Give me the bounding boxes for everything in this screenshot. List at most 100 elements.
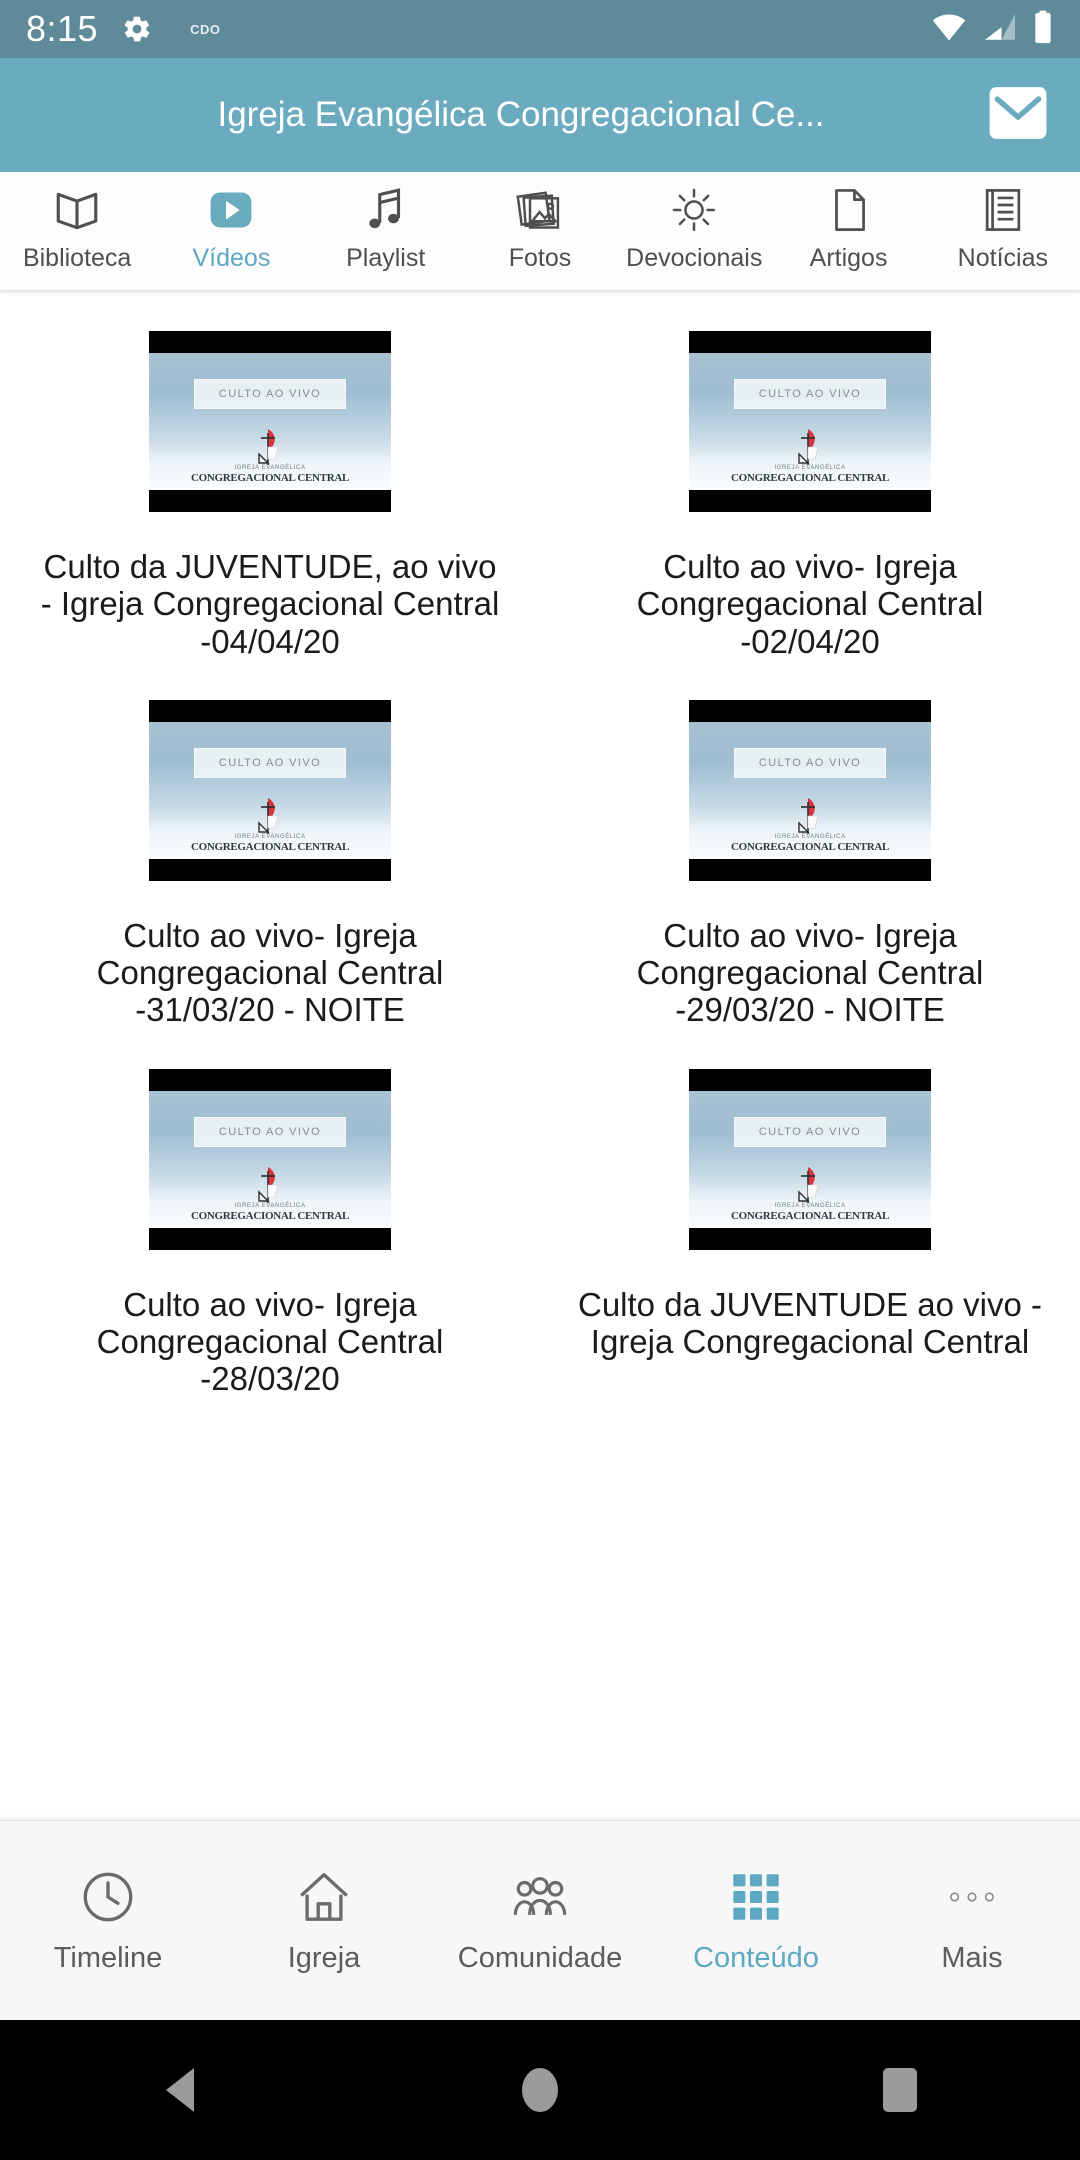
brand-main-line: CONGREGACIONAL CENTRAL: [730, 840, 890, 853]
video-title: Culto ao vivo- Igreja Congregacional Cen…: [96, 916, 444, 1029]
thumbnail-brand: IGREJA EVANGÉLICA CONGREGACIONAL CENTRAL: [710, 465, 910, 484]
thumbnail-brand: IGREJA EVANGÉLICA CONGREGACIONAL CENTRAL: [170, 465, 370, 484]
thumbnail-image: CULTO AO VIVO IGREJA EVANGÉLICA CONGREGA…: [149, 721, 391, 859]
wifi-icon: [930, 12, 968, 47]
brand-main-line: CONGREGACIONAL CENTRAL: [190, 1209, 350, 1222]
tab-fotos[interactable]: Fotos: [463, 172, 617, 290]
video-thumbnail[interactable]: CULTO AO VIVO IGREJA EVANGÉLICA CONGREGA…: [689, 699, 931, 881]
church-logo-icon: [258, 797, 279, 834]
sun-icon: [669, 184, 719, 236]
thumbnail-overlay-text: CULTO AO VIVO: [194, 747, 346, 778]
tab-label: Artigos: [809, 244, 888, 272]
tab-videos[interactable]: Vídeos: [154, 172, 308, 290]
play-video-icon: [206, 184, 256, 236]
system-home-button[interactable]: [360, 2068, 720, 2112]
tab-label: Fotos: [508, 244, 572, 272]
tab-noticias[interactable]: Notícias: [926, 172, 1080, 290]
nav-item-igreja[interactable]: Igreja: [216, 1866, 432, 1975]
video-thumbnail[interactable]: CULTO AO VIVO IGREJA EVANGÉLICA CONGREGA…: [149, 331, 391, 512]
thumbnail-overlay-text: CULTO AO VIVO: [734, 747, 886, 778]
tab-devocionais[interactable]: Devocionais: [617, 172, 771, 290]
video-row: CULTO AO VIVO IGREJA EVANGÉLICA CONGREGA…: [0, 291, 1080, 660]
church-logo-icon: [258, 429, 279, 465]
status-right-icons: [930, 10, 1054, 49]
brand-top-line: IGREJA EVANGÉLICA: [774, 1203, 846, 1209]
thumbnail-image: CULTO AO VIVO IGREJA EVANGÉLICA CONGREGA…: [689, 1090, 931, 1228]
tab-label: Vídeos: [192, 244, 271, 272]
video-grid[interactable]: CULTO AO VIVO IGREJA EVANGÉLICA CONGREGA…: [0, 291, 1080, 1820]
video-title: Culto ao vivo- Igreja Congregacional Cen…: [636, 548, 984, 660]
tab-playlist[interactable]: Playlist: [309, 172, 463, 290]
envelope-icon: [987, 84, 1049, 147]
document-icon: [824, 184, 874, 236]
thumbnail-brand: IGREJA EVANGÉLICA CONGREGACIONAL CENTRAL: [170, 1203, 370, 1222]
more-dots-icon: [943, 1866, 1001, 1928]
nav-label: Igreja: [287, 1942, 361, 1974]
open-book-icon: [52, 184, 102, 236]
system-navigation-bar[interactable]: [0, 2020, 1080, 2160]
app-header: Igreja Evangélica Congregacional Ce...: [0, 58, 1080, 172]
category-tab-strip[interactable]: Biblioteca Vídeos Playlist Fotos Devocio…: [0, 172, 1080, 291]
brand-top-line: IGREJA EVANGÉLICA: [234, 834, 306, 841]
nav-item-comunidade[interactable]: Comunidade: [432, 1866, 648, 1975]
system-recents-button[interactable]: [720, 2068, 1080, 2112]
battery-icon: [1032, 10, 1054, 49]
thumbnail-brand: IGREJA EVANGÉLICA CONGREGACIONAL CENTRAL: [170, 834, 370, 853]
mail-button[interactable]: [982, 79, 1054, 151]
nav-label: Timeline: [53, 1942, 163, 1974]
thumbnail-overlay-text: CULTO AO VIVO: [734, 1116, 886, 1147]
system-back-button[interactable]: [0, 2068, 360, 2112]
tab-artigos[interactable]: Artigos: [771, 172, 925, 290]
thumbnail-image: CULTO AO VIVO IGREJA EVANGÉLICA CONGREGA…: [149, 1090, 391, 1228]
thumbnail-brand: IGREJA EVANGÉLICA CONGREGACIONAL CENTRAL: [710, 834, 910, 853]
nav-item-timeline[interactable]: Timeline: [0, 1866, 216, 1975]
video-title: Culto da JUVENTUDE ao vivo - Igreja Cong…: [578, 1285, 1042, 1360]
thumbnail-overlay-text: CULTO AO VIVO: [194, 379, 346, 409]
video-item[interactable]: CULTO AO VIVO IGREJA EVANGÉLICA CONGREGA…: [0, 1029, 540, 1398]
video-item[interactable]: CULTO AO VIVO IGREJA EVANGÉLICA CONGREGA…: [0, 660, 540, 1029]
grid-icon: [727, 1866, 785, 1928]
brand-main-line: CONGREGACIONAL CENTRAL: [730, 471, 890, 484]
bottom-navigation[interactable]: Timeline Igreja Comunidade Conteúdo Mais: [0, 1820, 1080, 2020]
brand-main-line: CONGREGACIONAL CENTRAL: [190, 840, 350, 853]
video-title: Culto da JUVENTUDE, ao vivo - Igreja Con…: [40, 548, 500, 660]
brand-main-line: CONGREGACIONAL CENTRAL: [730, 1209, 890, 1222]
video-thumbnail[interactable]: CULTO AO VIVO IGREJA EVANGÉLICA CONGREGA…: [689, 1068, 931, 1250]
thumbnail-overlay-text: CULTO AO VIVO: [194, 1116, 346, 1147]
brand-main-line: CONGREGACIONAL CENTRAL: [190, 471, 350, 484]
gear-icon: [122, 14, 152, 44]
status-bar: 8:15 CDO: [0, 0, 1080, 58]
video-title: Culto ao vivo- Igreja Congregacional Cen…: [96, 1285, 444, 1398]
church-logo-icon: [798, 429, 819, 465]
nav-label: Comunidade: [457, 1942, 623, 1974]
status-time: 8:15: [26, 8, 99, 49]
video-title: Culto ao vivo- Igreja Congregacional Cen…: [636, 916, 984, 1029]
back-triangle-icon: [166, 2068, 194, 2112]
thumbnail-brand: IGREJA EVANGÉLICA CONGREGACIONAL CENTRAL: [710, 1203, 910, 1222]
thumbnail-overlay-text: CULTO AO VIVO: [734, 379, 886, 409]
nav-label: Mais: [941, 1942, 1003, 1974]
video-item[interactable]: CULTO AO VIVO IGREJA EVANGÉLICA CONGREGA…: [0, 291, 540, 660]
video-item[interactable]: CULTO AO VIVO IGREJA EVANGÉLICA CONGREGA…: [540, 291, 1080, 660]
nav-item-mais[interactable]: Mais: [864, 1866, 1080, 1975]
thumbnail-image: CULTO AO VIVO IGREJA EVANGÉLICA CONGREGA…: [149, 353, 391, 490]
tab-biblioteca[interactable]: Biblioteca: [0, 172, 154, 290]
video-item[interactable]: CULTO AO VIVO IGREJA EVANGÉLICA CONGREGA…: [540, 1029, 1080, 1398]
video-thumbnail[interactable]: CULTO AO VIVO IGREJA EVANGÉLICA CONGREGA…: [149, 1068, 391, 1250]
people-icon: [511, 1866, 569, 1928]
nav-item-conteudo[interactable]: Conteúdo: [648, 1866, 864, 1975]
thumbnail-image: CULTO AO VIVO IGREJA EVANGÉLICA CONGREGA…: [689, 721, 931, 859]
video-thumbnail[interactable]: CULTO AO VIVO IGREJA EVANGÉLICA CONGREGA…: [149, 699, 391, 881]
tab-label: Devocionais: [626, 244, 763, 272]
music-note-icon: [361, 184, 411, 236]
thumbnail-image: CULTO AO VIVO IGREJA EVANGÉLICA CONGREGA…: [689, 353, 931, 490]
brand-top-line: IGREJA EVANGÉLICA: [234, 1203, 306, 1209]
recents-square-icon: [883, 2068, 917, 2112]
video-row: CULTO AO VIVO IGREJA EVANGÉLICA CONGREGA…: [0, 660, 1080, 1029]
carrier-label: CDO: [190, 21, 221, 37]
photos-icon: [515, 184, 565, 236]
video-thumbnail[interactable]: CULTO AO VIVO IGREJA EVANGÉLICA CONGREGA…: [689, 331, 931, 512]
news-icon: [978, 184, 1028, 236]
home-circle-icon: [522, 2068, 558, 2112]
video-item[interactable]: CULTO AO VIVO IGREJA EVANGÉLICA CONGREGA…: [540, 660, 1080, 1029]
